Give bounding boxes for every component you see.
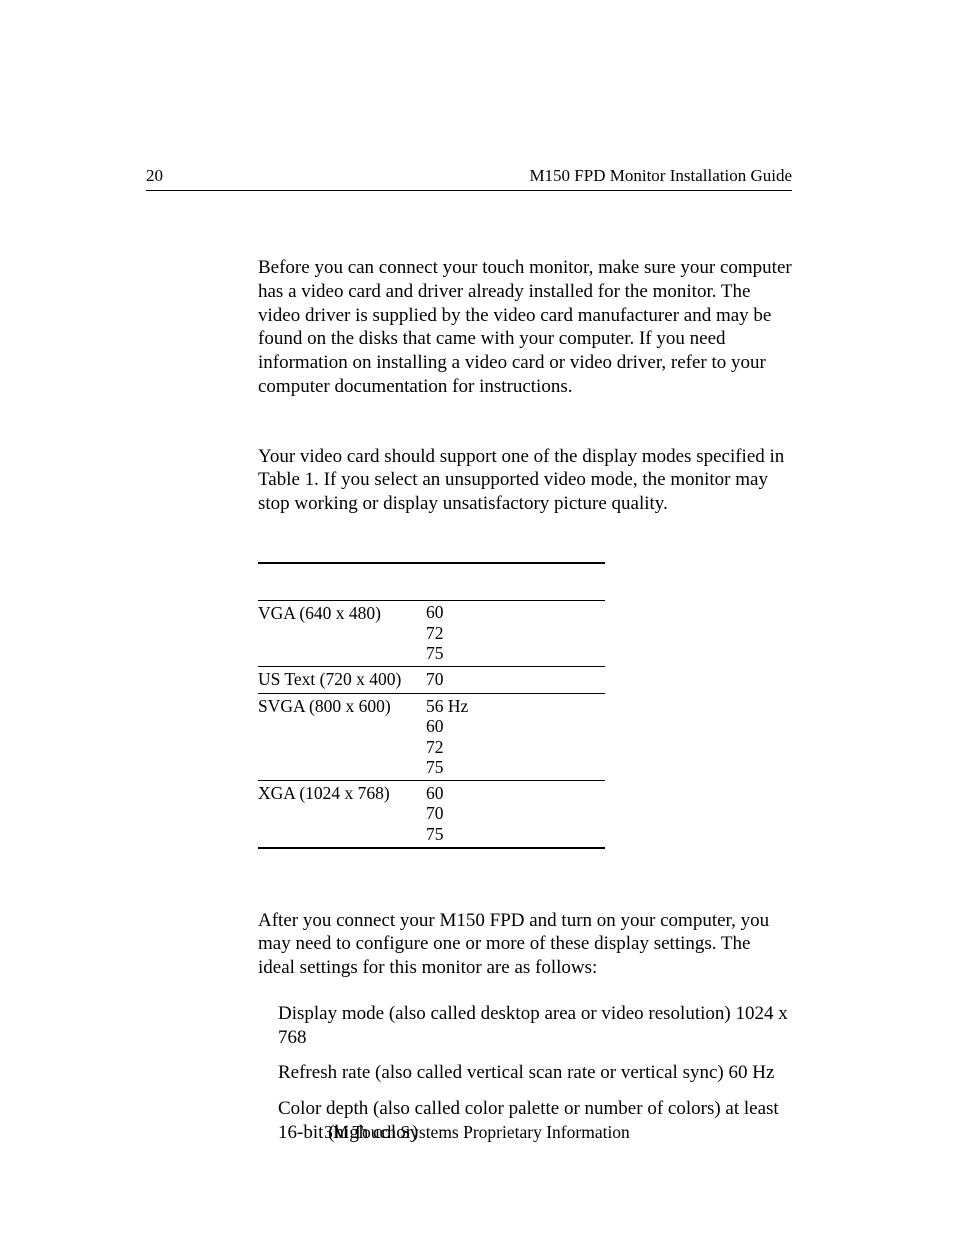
list-item: Refresh rate (also called vertical scan … (278, 1061, 792, 1085)
table-row: US Text (720 x 400) 70 (258, 667, 605, 694)
mode-cell: US Text (720 x 400) (258, 669, 426, 691)
header-title: M150 FPD Monitor Installation Guide (529, 166, 792, 186)
page: 20 M150 FPD Monitor Installation Guide B… (0, 0, 954, 1235)
table-header-row (258, 564, 605, 601)
paragraph-1: Before you can connect your touch monito… (258, 256, 792, 399)
rate-value: 75 (426, 758, 605, 779)
mode-cell: XGA (1024 x 768) (258, 783, 426, 845)
rate-value: 56 Hz (426, 696, 605, 717)
rates-cell: 60 72 75 (426, 603, 605, 665)
paragraph-2: Your video card should support one of th… (258, 445, 792, 516)
rates-cell: 70 (426, 669, 605, 691)
page-footer: 3M Touch Systems Proprietary Information (0, 1122, 954, 1143)
main-content: Before you can connect your touch monito… (258, 256, 792, 1157)
rates-cell: 56 Hz 60 72 75 (426, 696, 605, 778)
rate-value: 72 (426, 623, 605, 644)
display-modes-table: VGA (640 x 480) 60 72 75 US Text (720 x … (258, 562, 605, 849)
rate-value: 60 (426, 717, 605, 738)
rate-value: 70 (426, 804, 605, 825)
mode-cell: SVGA (800 x 600) (258, 696, 426, 778)
table-row: VGA (640 x 480) 60 72 75 (258, 601, 605, 668)
rate-value: 72 (426, 737, 605, 758)
paragraph-3: After you connect your M150 FPD and turn… (258, 909, 792, 980)
page-number: 20 (146, 166, 163, 186)
rates-cell: 60 70 75 (426, 783, 605, 845)
mode-cell: VGA (640 x 480) (258, 603, 426, 665)
rate-value: 60 (426, 783, 605, 804)
rate-value: 60 (426, 603, 605, 624)
rate-value: 75 (426, 824, 605, 845)
rate-value: 70 (426, 669, 605, 690)
table-row: XGA (1024 x 768) 60 70 75 (258, 781, 605, 847)
list-item: Display mode (also called desktop area o… (278, 1002, 792, 1050)
rate-value: 75 (426, 644, 605, 665)
page-header: 20 M150 FPD Monitor Installation Guide (146, 166, 792, 191)
table-row: SVGA (800 x 600) 56 Hz 60 72 75 (258, 694, 605, 781)
